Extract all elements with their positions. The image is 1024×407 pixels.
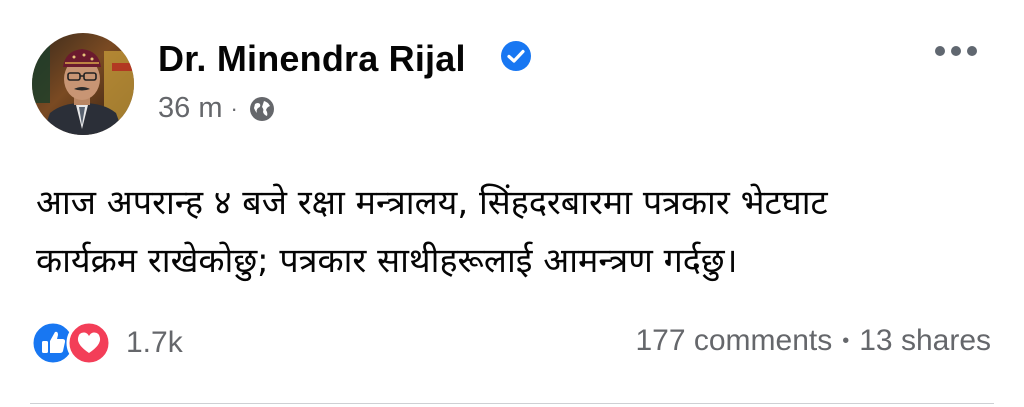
comments-count-link[interactable]: 177 comments — [635, 324, 832, 358]
more-options-button[interactable] — [930, 38, 982, 64]
engagement-stats: 177 comments • 13 shares — [635, 324, 991, 358]
stats-separator: • — [842, 329, 850, 352]
avatar-portrait — [32, 33, 134, 135]
globe-icon[interactable] — [248, 95, 276, 123]
post-body-text: आज अपरान्ह ४ बजे रक्षा मन्त्रालय, सिंहदर… — [36, 183, 828, 281]
shares-count-link[interactable]: 13 shares — [859, 324, 991, 358]
reaction-count: 1.7k — [126, 326, 183, 359]
author-avatar[interactable] — [32, 33, 134, 135]
verified-badge-icon — [501, 41, 531, 71]
action-bar-divider — [30, 403, 994, 404]
author-name[interactable]: Dr. Minendra Rijal — [158, 38, 466, 80]
love-icon — [66, 320, 112, 366]
post-meta: 36 m · — [158, 92, 276, 125]
post-card: Dr. Minendra Rijal 36 m · आज अपरान्ह ४ ब… — [0, 0, 1024, 407]
reactions-summary[interactable]: 1.7k — [30, 320, 183, 366]
meta-separator: · — [230, 95, 238, 121]
post-timestamp[interactable]: 36 m — [158, 92, 222, 125]
ellipsis-icon — [935, 46, 977, 56]
